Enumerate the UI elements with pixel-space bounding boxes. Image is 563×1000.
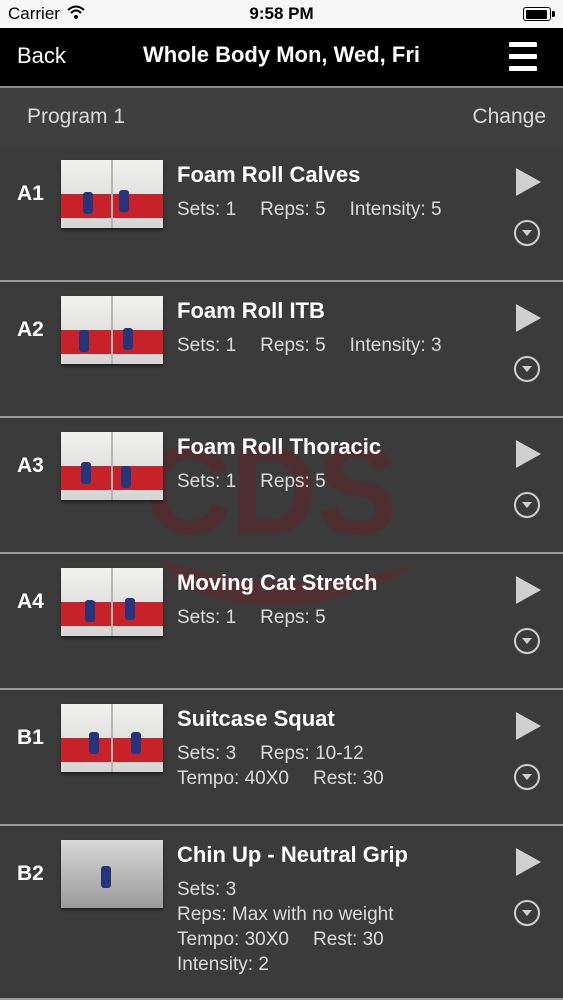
exercise-detail-value: Sets: 1 (177, 607, 237, 628)
exercise-detail-value: Sets: 1 (177, 199, 237, 220)
exercise-name: Foam Roll Thoracic (177, 434, 382, 459)
play-icon[interactable] (516, 848, 541, 876)
play-icon[interactable] (516, 576, 541, 604)
exercise-name: Suitcase Squat (177, 706, 335, 731)
exercise-detail-value: Reps: 5 (260, 607, 326, 628)
exercise-thumbnail[interactable] (61, 568, 163, 636)
page-title: Whole Body Mon, Wed, Fri (142, 42, 421, 67)
status-bar: Carrier 9:58 PM (0, 0, 563, 28)
exercise-detail-value: Tempo: 40X0 (177, 768, 289, 789)
play-icon[interactable] (516, 440, 541, 468)
exercise-detail-value: Sets: 3 (177, 879, 237, 900)
expand-chevron-icon[interactable] (514, 356, 540, 382)
play-icon[interactable] (516, 712, 541, 740)
exercise-thumbnail[interactable] (61, 840, 163, 908)
exercise-details: Sets: 1 Reps: 5 (177, 469, 350, 494)
exercise-code: A3 (17, 454, 44, 477)
exercise-list: A1 Foam Roll Calves Sets: 1 Reps: 5 Intensit… (0, 146, 563, 1000)
exercise-detail-value: Reps: 5 (260, 471, 326, 492)
exercise-detail-value: Sets: 3 (177, 743, 237, 764)
exercise-thumbnail[interactable] (61, 704, 163, 772)
exercise-detail-value: Sets: 1 (177, 335, 237, 356)
exercise-row[interactable]: A3 Foam Roll Thoracic Sets: 1 Reps: 5 (0, 418, 563, 554)
exercise-detail-value: Sets: 1 (177, 471, 237, 492)
play-icon[interactable] (516, 304, 541, 332)
nav-bar: Back Whole Body Mon, Wed, Fri (0, 28, 563, 88)
exercise-details: Sets: 1 Reps: 5 Intensity: 3 (177, 333, 466, 358)
exercise-code: B2 (17, 862, 44, 885)
exercise-thumbnail[interactable] (61, 432, 163, 500)
exercise-row[interactable]: B1 Suitcase Squat Sets: 3 Reps: 10-12 Tempo:… (0, 690, 563, 826)
exercise-details: Sets: 1 Reps: 5 (177, 605, 350, 630)
exercise-row[interactable]: A2 Foam Roll ITB Sets: 1 Reps: 5 Intensity: … (0, 282, 563, 418)
exercise-detail-value: Tempo: 30X0 (177, 929, 289, 950)
battery-icon (523, 7, 555, 21)
exercise-code: A4 (17, 590, 44, 613)
exercise-row[interactable]: A1 Foam Roll Calves Sets: 1 Reps: 5 Intensit… (0, 146, 563, 282)
exercise-row[interactable]: B2 Chin Up - Neutral Grip Sets: 3 Reps: Max… (0, 826, 563, 1000)
exercise-name: Foam Roll Calves (177, 162, 361, 187)
exercise-name: Moving Cat Stretch (177, 570, 378, 595)
exercise-thumbnail[interactable] (61, 296, 163, 364)
exercise-detail-value: Intensity: 5 (349, 199, 442, 220)
exercise-name: Foam Roll ITB (177, 298, 325, 323)
exercise-code: A1 (17, 182, 44, 205)
exercise-code: B1 (17, 726, 44, 749)
status-time: 9:58 PM (249, 4, 314, 23)
program-bar: Program 1 Change (0, 88, 563, 146)
expand-chevron-icon[interactable] (514, 900, 540, 926)
exercise-details: Sets: 3 Reps: Max with no weight Tempo: 30… (177, 877, 418, 977)
program-label: Program 1 (27, 105, 126, 128)
hamburger-menu-icon[interactable] (509, 42, 537, 72)
exercise-detail-value: Reps: 5 (260, 335, 326, 356)
play-icon[interactable] (516, 168, 541, 196)
exercise-details: Sets: 3 Reps: 10-12 Tempo: 40X0 Rest: 30 (177, 741, 408, 791)
exercise-detail-value: Reps: Max with no weight (177, 904, 394, 925)
exercise-thumbnail[interactable] (61, 160, 163, 228)
exercise-detail-value: Reps: 5 (260, 199, 326, 220)
expand-chevron-icon[interactable] (514, 220, 540, 246)
exercise-row[interactable]: A4 Moving Cat Stretch Sets: 1 Reps: 5 (0, 554, 563, 690)
exercise-detail-value: Reps: 10-12 (260, 743, 364, 764)
expand-chevron-icon[interactable] (514, 492, 540, 518)
exercise-detail-value: Intensity: 2 (177, 954, 269, 975)
exercise-detail-value: Rest: 30 (312, 768, 384, 789)
exercise-details: Sets: 1 Reps: 5 Intensity: 5 (177, 197, 466, 222)
exercise-code: A2 (17, 318, 44, 341)
exercise-detail-value: Rest: 30 (312, 929, 384, 950)
exercise-detail-value: Intensity: 3 (349, 335, 442, 356)
expand-chevron-icon[interactable] (514, 764, 540, 790)
expand-chevron-icon[interactable] (514, 628, 540, 654)
exercise-name: Chin Up - Neutral Grip (177, 842, 408, 867)
change-program-button[interactable]: Change (472, 105, 546, 129)
